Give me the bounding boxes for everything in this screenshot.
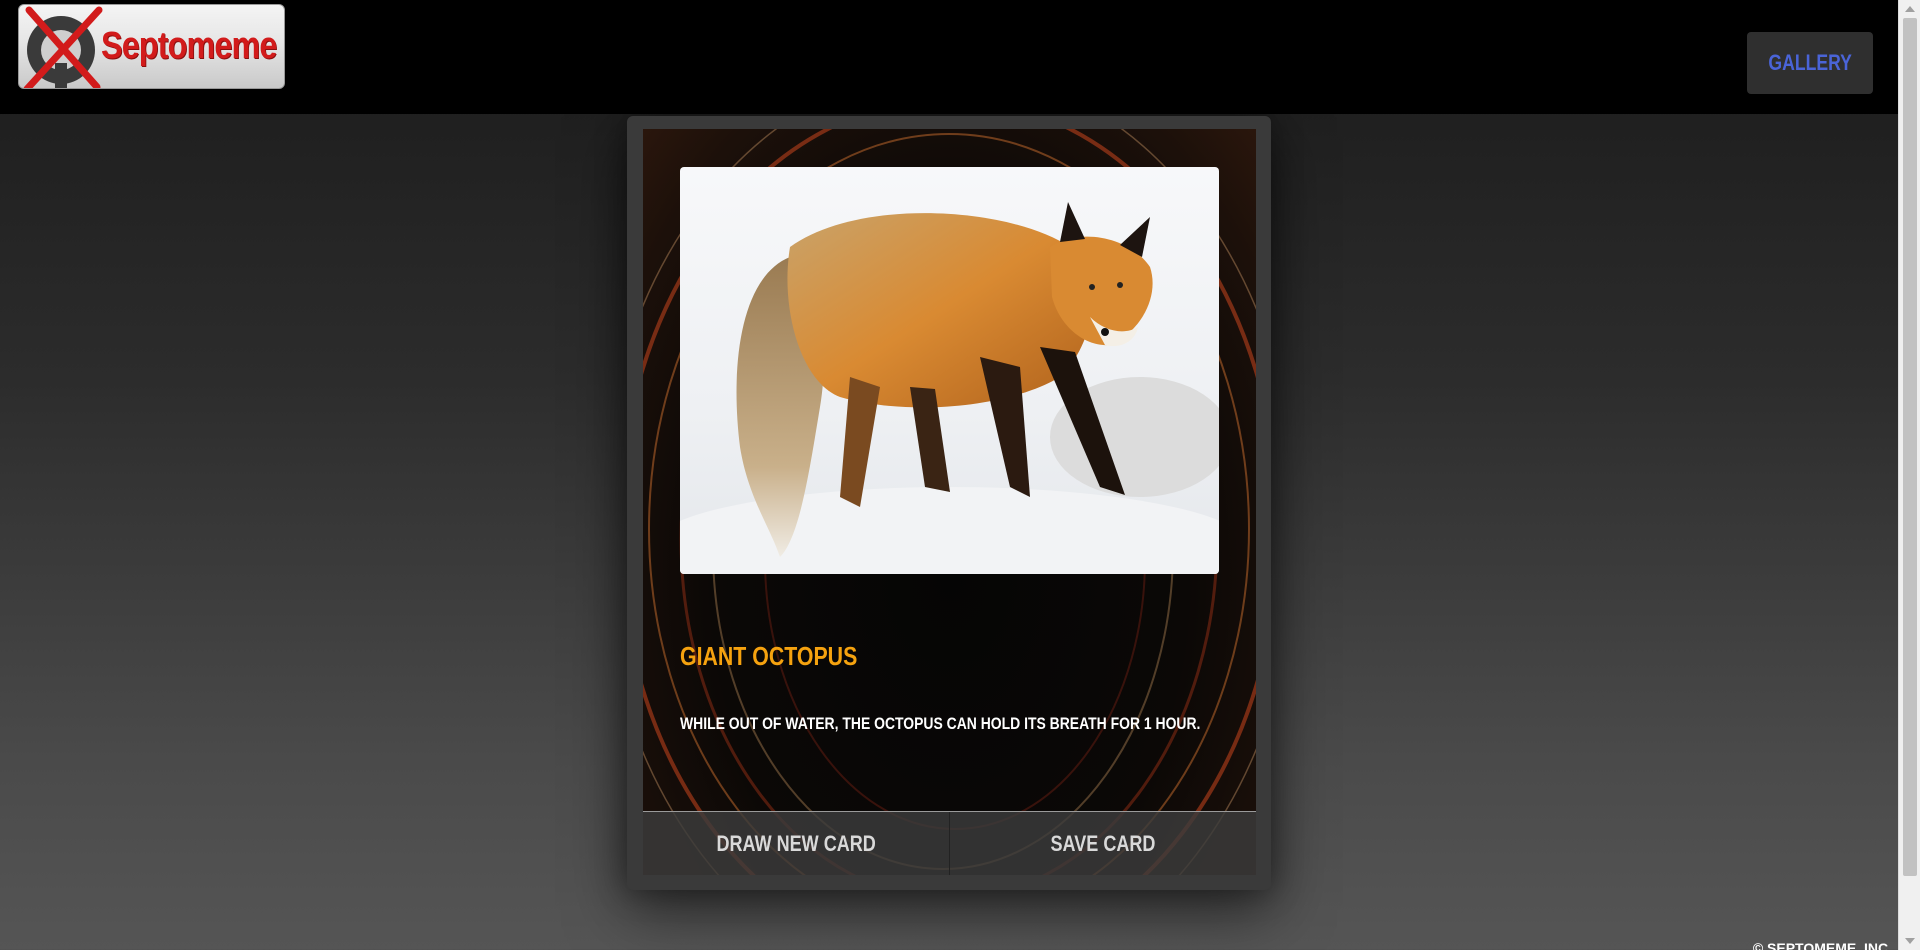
- fact-card: GIANT OCTOPUS WHILE OUT OF WATER, THE OC…: [643, 129, 1256, 875]
- draw-new-card-button[interactable]: DRAW NEW CARD: [643, 812, 949, 875]
- scroll-up-icon[interactable]: [1905, 6, 1915, 12]
- gallery-button[interactable]: GALLERY: [1747, 32, 1873, 94]
- card-actions: DRAW NEW CARD SAVE CARD: [643, 811, 1256, 875]
- top-bar: Septomeme GALLERY: [0, 0, 1898, 114]
- card-title: GIANT OCTOPUS: [680, 641, 858, 671]
- scroll-down-icon[interactable]: [1905, 938, 1915, 944]
- card-image: [680, 167, 1219, 574]
- septomeme-logo[interactable]: Septomeme: [18, 4, 285, 89]
- card-description: WHILE OUT OF WATER, THE OCTOPUS CAN HOLD…: [680, 714, 1201, 733]
- copyright-footer: © SEPTOMEME, INC.: [1752, 940, 1892, 950]
- logo-text: Septomeme: [101, 25, 277, 67]
- scroll-thumb[interactable]: [1903, 18, 1917, 876]
- fox-image: [680, 202, 1219, 574]
- save-card-button[interactable]: SAVE CARD: [950, 812, 1256, 875]
- page-scrollbar[interactable]: [1898, 0, 1920, 950]
